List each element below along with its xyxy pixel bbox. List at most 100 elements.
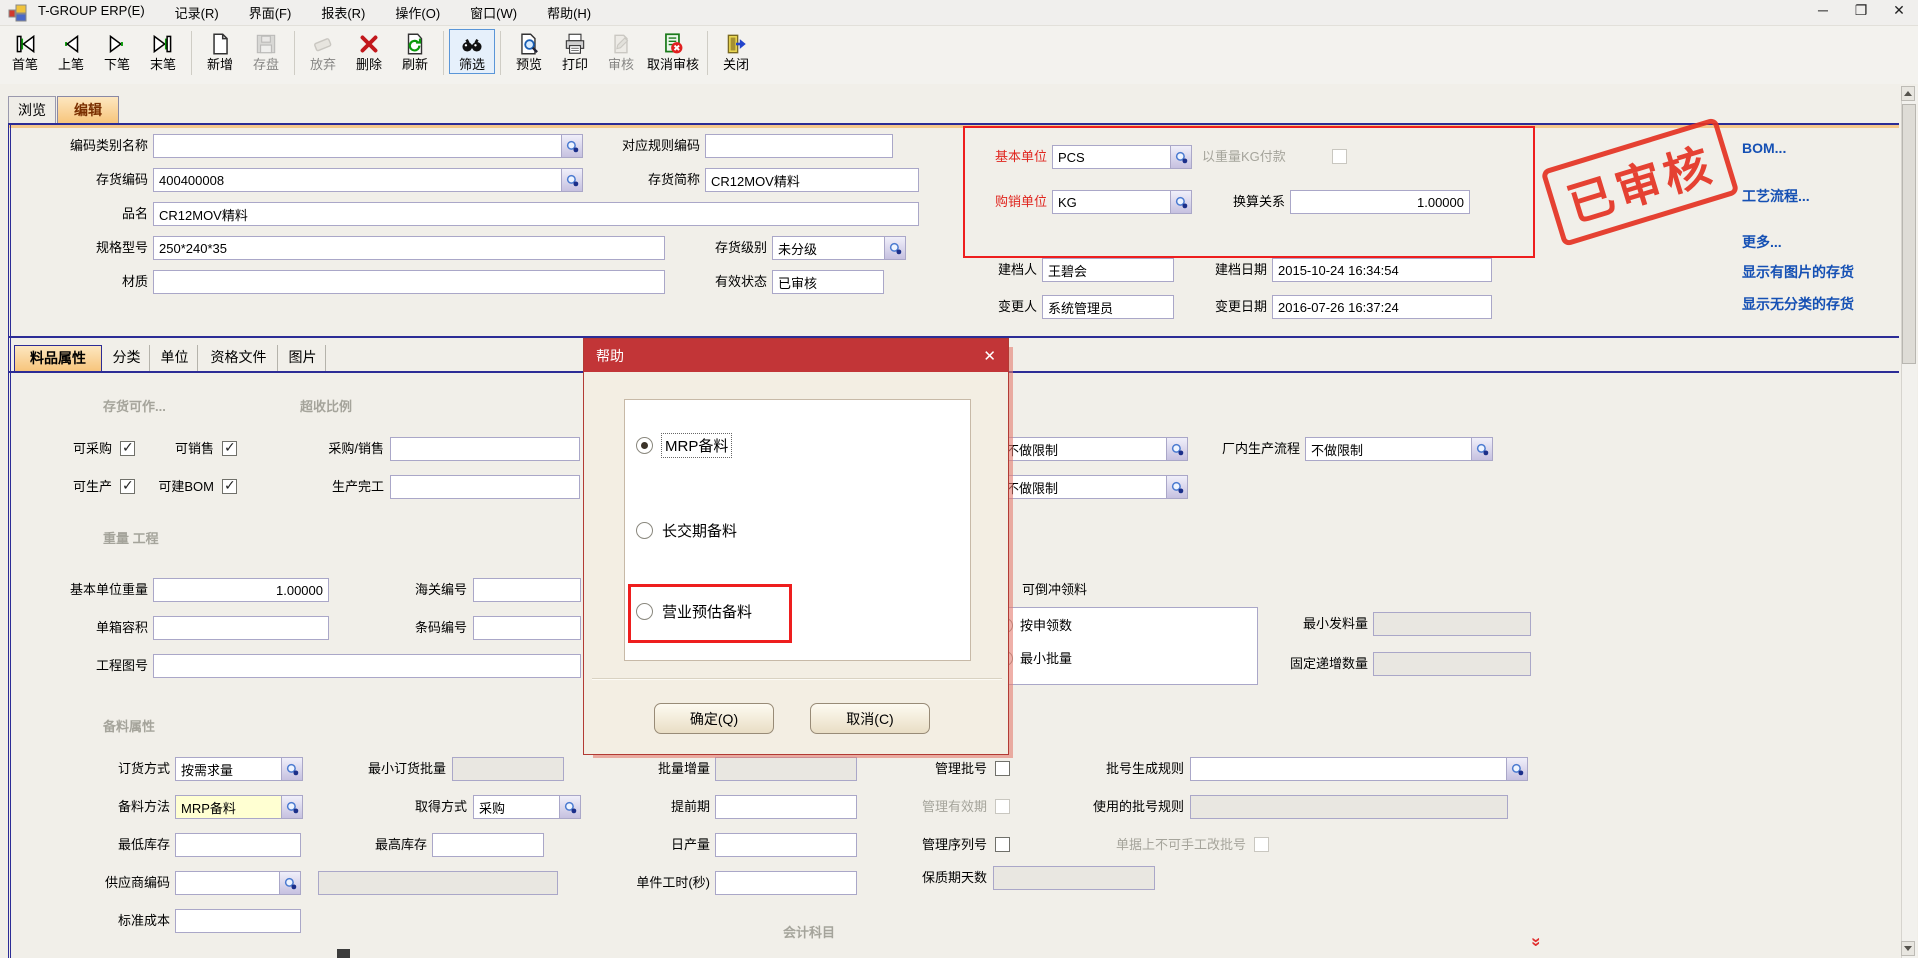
toolbar-prev-button[interactable]: 上笔	[48, 29, 94, 74]
cancel-button[interactable]: 取消(C)	[810, 703, 930, 734]
lead-time-input[interactable]	[715, 795, 857, 819]
customs-input[interactable]	[473, 578, 581, 602]
toolbar-refresh-button[interactable]: 刷新	[392, 29, 438, 74]
can-build-bom-checkbox[interactable]	[222, 479, 237, 494]
toolbar-save-button[interactable]: 存盘	[243, 29, 289, 74]
rule-code-input[interactable]	[705, 134, 893, 158]
limit1-input[interactable]	[1000, 437, 1166, 461]
toolbar-audit-button[interactable]: 审核	[598, 29, 644, 74]
conversion-input[interactable]	[1290, 190, 1470, 214]
barcode-input[interactable]	[473, 616, 581, 640]
toolbar-cancel-audit-button[interactable]: 取消审核	[644, 29, 702, 74]
lookup-button[interactable]	[1471, 437, 1493, 461]
toolbar-print-button[interactable]: 打印	[552, 29, 598, 74]
menu-operate[interactable]: 操作(O)	[395, 3, 440, 22]
option-mrp[interactable]: MRP备料	[636, 434, 731, 457]
toolbar-new-button[interactable]: 新增	[197, 29, 243, 74]
item-abbr-input[interactable]	[705, 168, 919, 192]
option-sales-forecast[interactable]: 营业预估备料	[636, 601, 752, 622]
material-input[interactable]	[153, 270, 665, 294]
scroll-down-icon[interactable]	[1901, 941, 1915, 956]
dialog-close-icon[interactable]: ✕	[983, 347, 996, 365]
prep-method-input[interactable]	[175, 795, 281, 819]
close-icon[interactable]: ✕	[1888, 2, 1910, 19]
manage-valid-checkbox[interactable]	[995, 799, 1010, 814]
ok-button[interactable]: 确定(Q)	[654, 703, 774, 734]
toolbar-close-button[interactable]: 关闭	[713, 29, 759, 74]
min-issue-input[interactable]	[1373, 612, 1531, 636]
lookup-button[interactable]	[279, 871, 301, 895]
base-weight-input[interactable]	[153, 578, 329, 602]
toolbar-filter-button[interactable]: 筛选	[449, 29, 495, 74]
restore-icon[interactable]: ❐	[1850, 2, 1872, 19]
option-long-leadtime[interactable]: 长交期备料	[636, 520, 737, 541]
max-stock-input[interactable]	[432, 833, 544, 857]
sales-forecast-radio[interactable]	[636, 603, 653, 620]
code-category-input[interactable]	[153, 134, 561, 158]
min-stock-input[interactable]	[175, 833, 301, 857]
toolbar-delete-button[interactable]: 删除	[346, 29, 392, 74]
manage-serial-checkbox[interactable]	[995, 837, 1010, 852]
lookup-button[interactable]	[1170, 145, 1192, 169]
lookup-button[interactable]	[1166, 475, 1188, 499]
box-volume-input[interactable]	[153, 616, 329, 640]
toolbar-abandon-button[interactable]: 放弃	[300, 29, 346, 74]
lookup-button[interactable]	[884, 236, 906, 260]
shelf-days-input[interactable]	[993, 866, 1155, 890]
lookup-button[interactable]	[561, 134, 583, 158]
item-level-input[interactable]	[772, 236, 884, 260]
lookup-button[interactable]	[559, 795, 581, 819]
subtab-units[interactable]: 单位	[152, 345, 198, 371]
lookup-button[interactable]	[281, 795, 303, 819]
trade-unit-input[interactable]	[1052, 190, 1170, 214]
toolbar-next-button[interactable]: 下笔	[94, 29, 140, 74]
purchasable-checkbox[interactable]	[120, 441, 135, 456]
item-code-input[interactable]	[153, 168, 561, 192]
daily-output-input[interactable]	[715, 833, 857, 857]
menu-app[interactable]: T-GROUP ERP(E)	[38, 3, 145, 22]
tab-browse[interactable]: 浏览	[8, 96, 56, 123]
order-mode-input[interactable]	[175, 757, 281, 781]
tab-edit[interactable]: 编辑	[57, 96, 119, 123]
spec-input[interactable]	[153, 236, 665, 260]
manage-batch-checkbox[interactable]	[995, 761, 1010, 776]
pay-by-kg-checkbox[interactable]	[1332, 149, 1347, 164]
limit2-input[interactable]	[1000, 475, 1166, 499]
menu-interface[interactable]: 界面(F)	[249, 3, 292, 22]
link-show-with-images[interactable]: 显示有图片的存货	[1742, 262, 1918, 282]
prod-finish-input[interactable]	[390, 475, 580, 499]
help-dialog-titlebar[interactable]: 帮助 ✕	[584, 339, 1008, 372]
toolbar-preview-button[interactable]: 预览	[506, 29, 552, 74]
unit-time-input[interactable]	[715, 871, 857, 895]
sellable-checkbox[interactable]	[222, 441, 237, 456]
menu-window[interactable]: 窗口(W)	[470, 3, 517, 22]
fixed-incr-input[interactable]	[1373, 652, 1531, 676]
lookup-button[interactable]	[561, 168, 583, 192]
menu-help[interactable]: 帮助(H)	[547, 3, 591, 22]
long-leadtime-radio[interactable]	[636, 522, 653, 539]
scroll-up-icon[interactable]	[1901, 86, 1915, 101]
scrollbar-thumb[interactable]	[1902, 104, 1916, 364]
subtab-images[interactable]: 图片	[280, 345, 326, 371]
no-manual-batch-checkbox[interactable]	[1254, 837, 1269, 852]
batch-incr-input[interactable]	[715, 757, 857, 781]
subtab-item-properties[interactable]: 料品属性	[14, 345, 102, 371]
std-cost-input[interactable]	[175, 909, 301, 933]
lookup-button[interactable]	[281, 757, 303, 781]
factory-flow-input[interactable]	[1305, 437, 1471, 461]
minimize-icon[interactable]: ─	[1812, 2, 1834, 19]
producible-checkbox[interactable]	[120, 479, 135, 494]
link-process-flow[interactable]: 工艺流程...	[1742, 186, 1918, 206]
drawing-no-input[interactable]	[153, 654, 581, 678]
base-unit-input[interactable]	[1052, 145, 1170, 169]
subtab-classification[interactable]: 分类	[104, 345, 150, 371]
menu-record[interactable]: 记录(R)	[175, 3, 219, 22]
purchase-sale-input[interactable]	[390, 437, 580, 461]
used-rule-input[interactable]	[1190, 795, 1508, 819]
batch-rule-input[interactable]	[1190, 757, 1506, 781]
toolbar-first-button[interactable]: 首笔	[2, 29, 48, 74]
item-name-input[interactable]	[153, 202, 919, 226]
acquire-input[interactable]	[473, 795, 559, 819]
lookup-button[interactable]	[1506, 757, 1528, 781]
mrp-radio[interactable]	[636, 437, 653, 454]
